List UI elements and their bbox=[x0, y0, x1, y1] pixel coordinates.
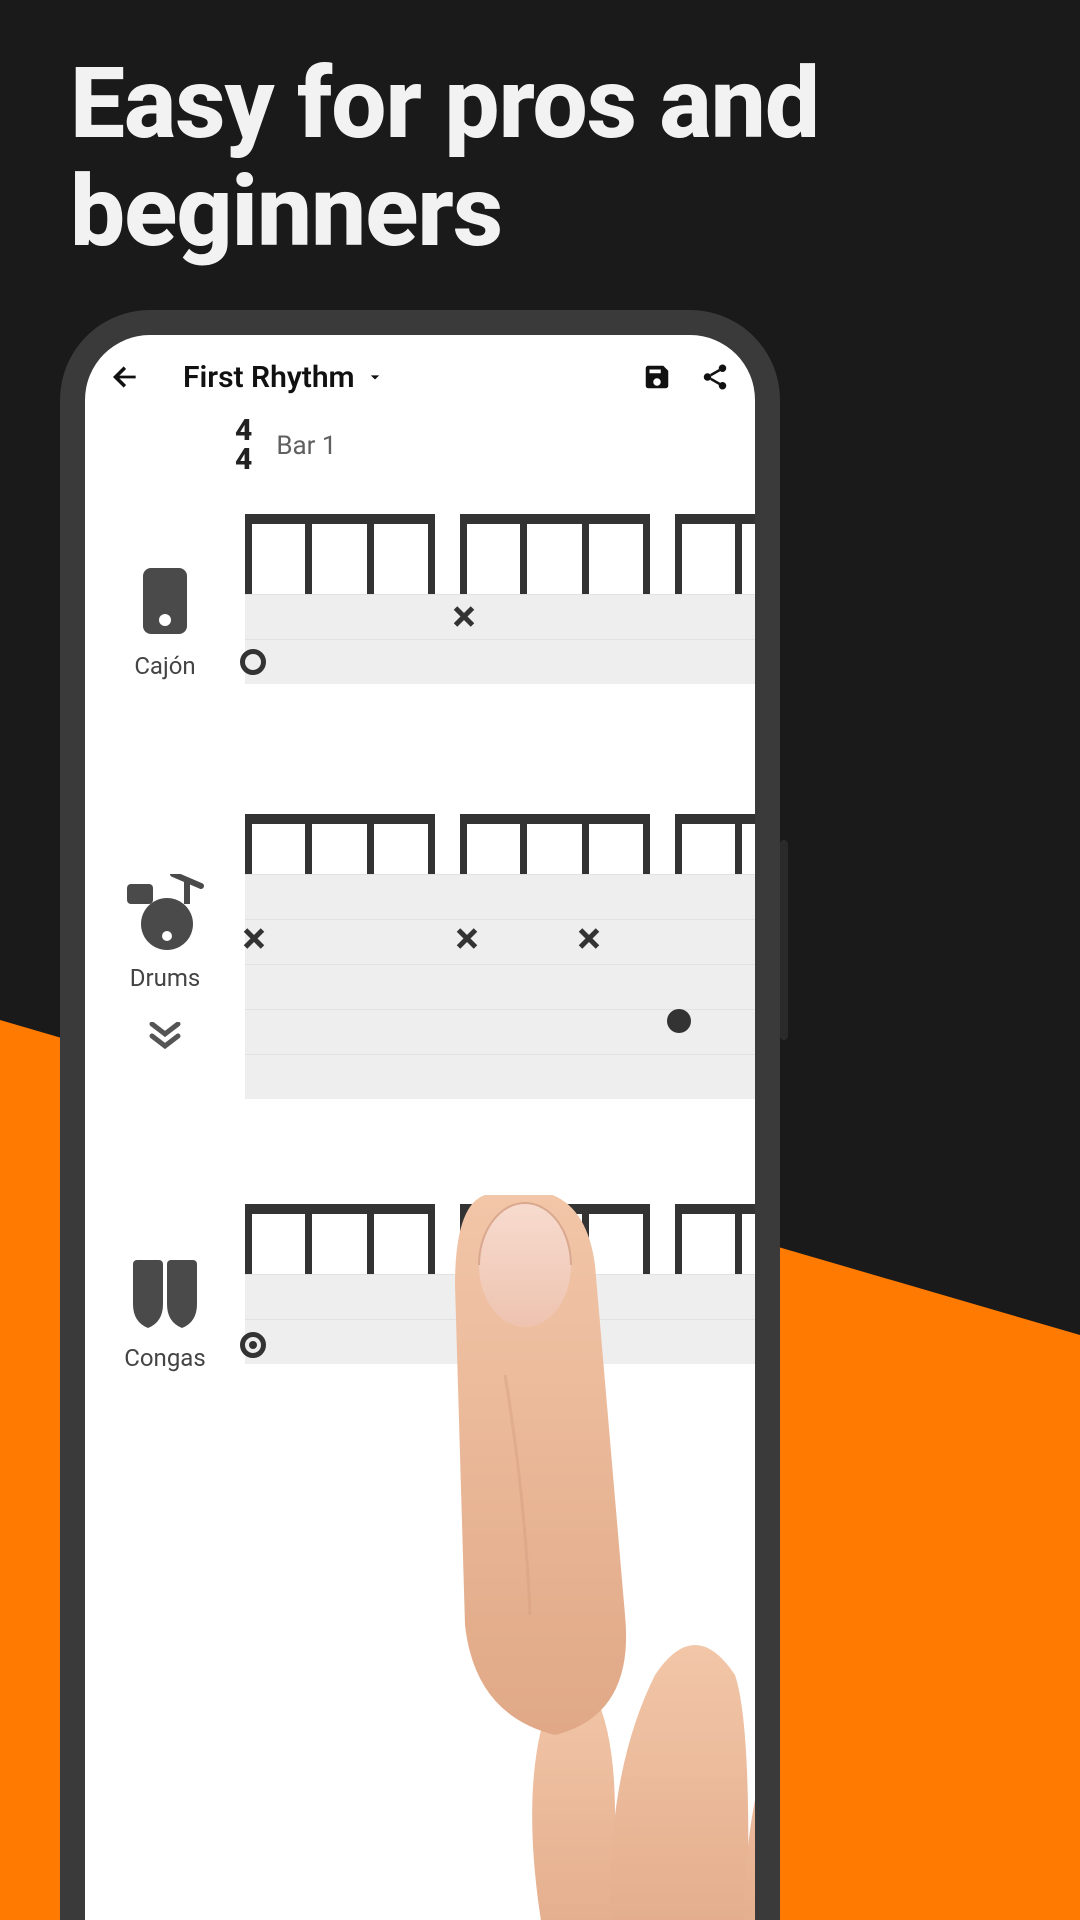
marketing-headline: Easy for pros and beginners bbox=[70, 50, 1040, 266]
title-dropdown[interactable]: First Rhythm bbox=[183, 360, 619, 395]
time-signature[interactable]: 4 4 bbox=[235, 417, 252, 474]
save-icon bbox=[642, 362, 672, 392]
lane-congas: Congas bbox=[85, 1204, 755, 1434]
drums-icon bbox=[123, 874, 207, 952]
notation-drums[interactable] bbox=[245, 814, 755, 1134]
instrument-label: Drums bbox=[130, 964, 201, 992]
instrument-congas[interactable]: Congas bbox=[85, 1254, 245, 1372]
arrow-left-icon bbox=[109, 361, 141, 393]
topbar: First Rhythm bbox=[85, 335, 755, 407]
chevron-down-icon bbox=[365, 367, 385, 387]
lane-cajon: Cajón bbox=[85, 514, 755, 764]
expand-button[interactable] bbox=[148, 1022, 182, 1050]
project-title: First Rhythm bbox=[183, 360, 355, 395]
lane-drums: Drums bbox=[85, 814, 755, 1134]
note-x[interactable] bbox=[450, 602, 478, 630]
instrument-label: Congas bbox=[124, 1344, 205, 1372]
note-x[interactable] bbox=[575, 924, 603, 952]
note-x[interactable] bbox=[240, 924, 268, 952]
time-signature-bottom: 4 bbox=[235, 446, 252, 475]
share-icon bbox=[700, 362, 730, 392]
note-open[interactable] bbox=[240, 649, 266, 675]
instrument-drums[interactable]: Drums bbox=[85, 874, 245, 1050]
note-target[interactable] bbox=[240, 1332, 266, 1358]
note-filled[interactable] bbox=[667, 1009, 691, 1033]
notation-cajon[interactable] bbox=[245, 514, 755, 764]
share-button[interactable] bbox=[695, 357, 735, 397]
double-chevron-down-icon bbox=[148, 1022, 182, 1050]
save-button[interactable] bbox=[637, 357, 677, 397]
bar-meta: 4 4 Bar 1 bbox=[235, 417, 755, 474]
phone-frame: First Rhythm bbox=[60, 310, 780, 1920]
instrument-label: Cajón bbox=[134, 652, 195, 680]
congas-icon bbox=[127, 1254, 203, 1332]
notation-congas[interactable] bbox=[245, 1204, 755, 1434]
cajon-icon bbox=[137, 564, 193, 640]
note-x[interactable] bbox=[453, 924, 481, 952]
app-screen: First Rhythm bbox=[85, 335, 755, 1920]
instrument-cajon[interactable]: Cajón bbox=[85, 564, 245, 680]
back-button[interactable] bbox=[105, 357, 145, 397]
phone-side-button bbox=[780, 840, 788, 1040]
bar-label: Bar 1 bbox=[276, 431, 336, 461]
